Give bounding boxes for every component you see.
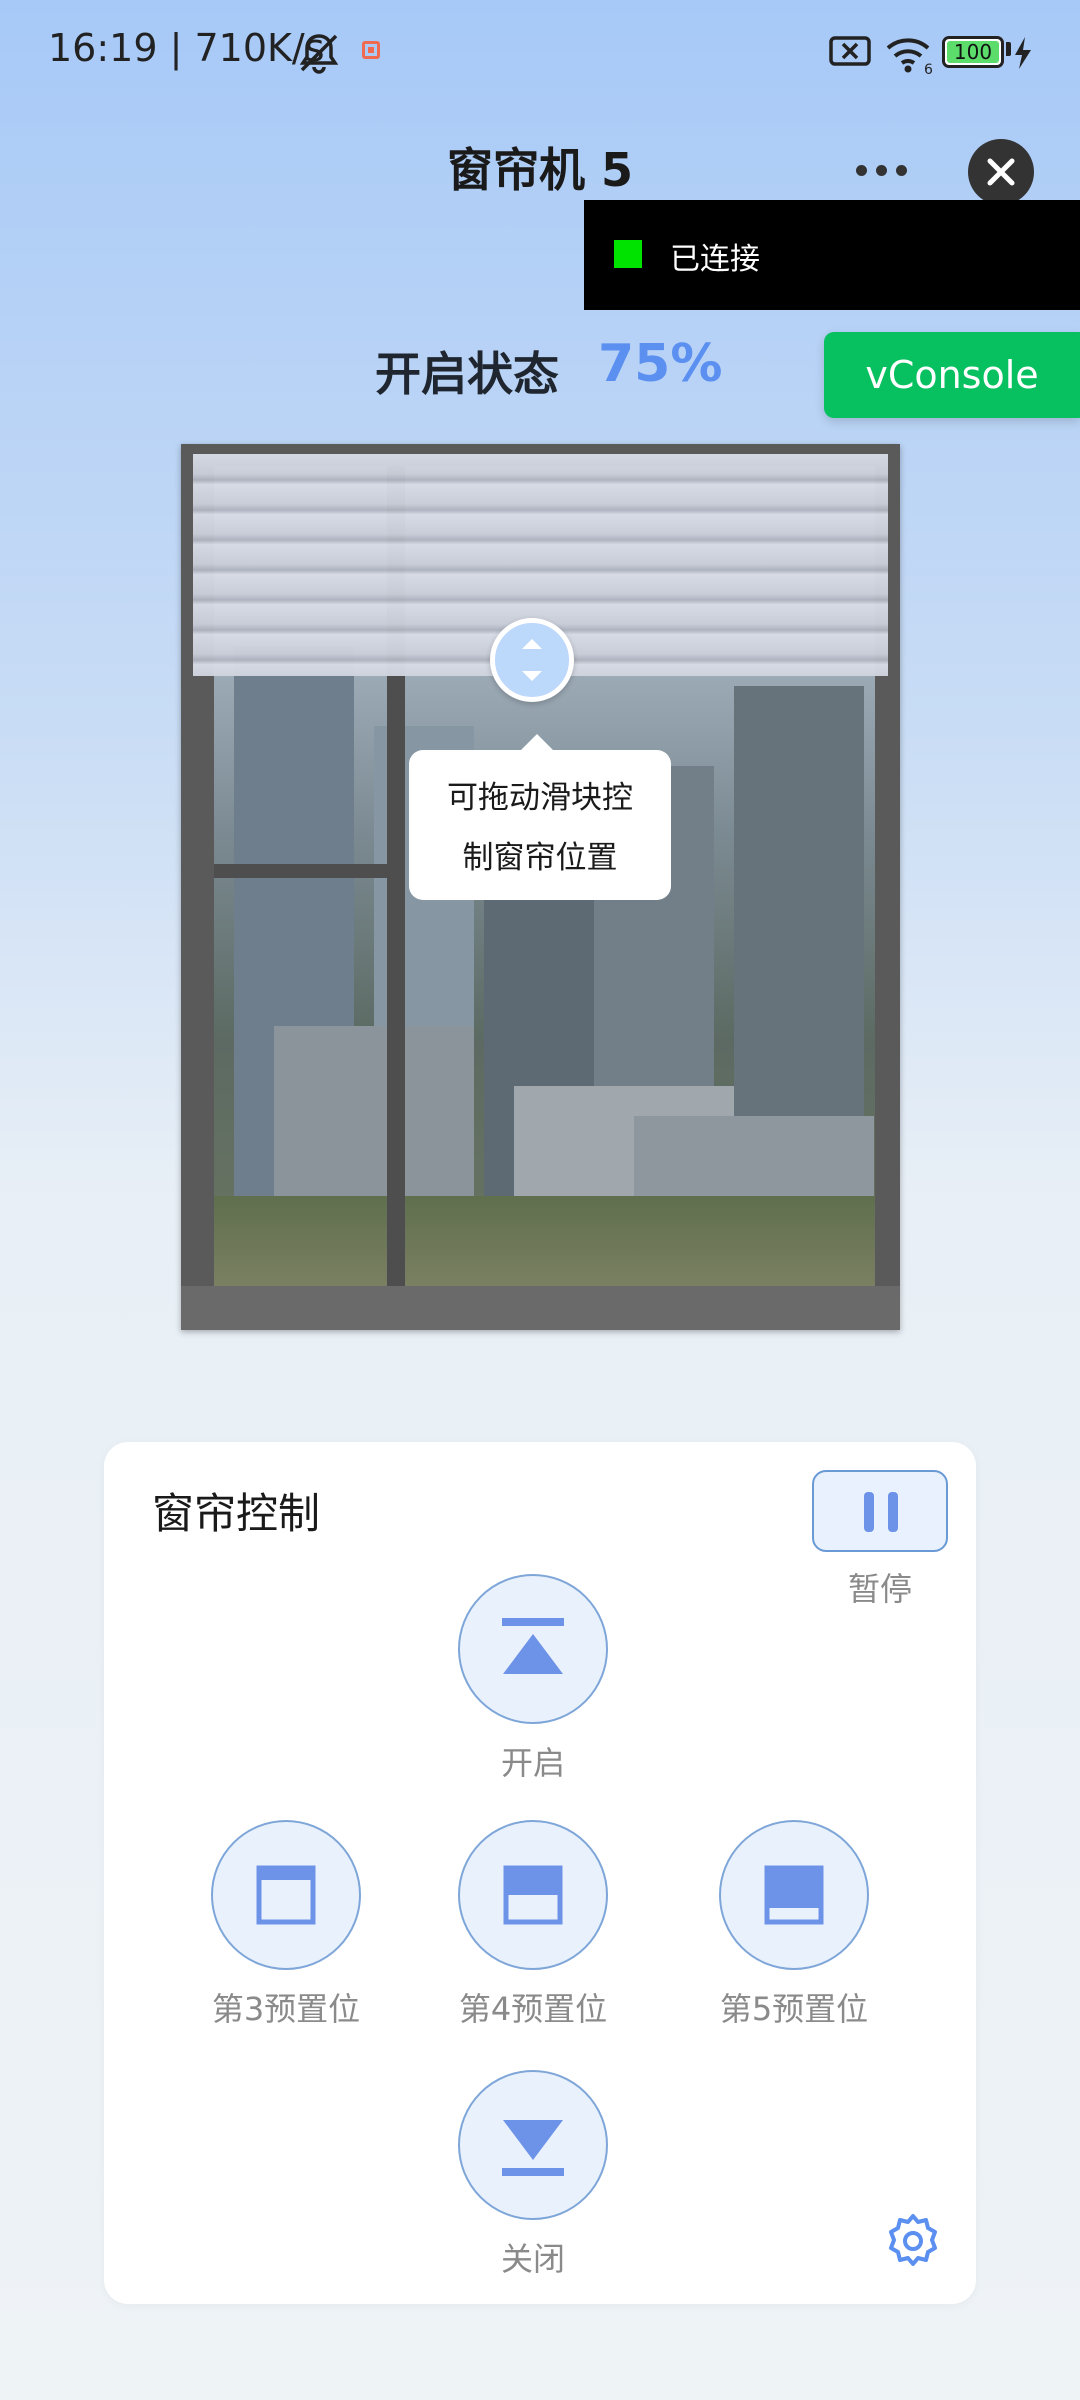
pause-label: 暂停 xyxy=(847,1570,912,1608)
preset-5-icon xyxy=(764,1865,824,1925)
dot xyxy=(856,165,867,176)
open-top-icon xyxy=(502,1618,564,1674)
open-label: 开启 xyxy=(500,1744,565,1782)
pause-button[interactable] xyxy=(812,1470,948,1552)
open-status-label: 开启状态 xyxy=(375,347,559,401)
vconsole-button[interactable]: vConsole xyxy=(824,332,1080,418)
wifi-icon: 6 xyxy=(884,32,936,80)
preset-4-button[interactable] xyxy=(458,1820,608,1970)
close-curtain-button[interactable] xyxy=(458,2070,608,2220)
dot xyxy=(876,165,887,176)
close-bottom-icon xyxy=(502,2120,564,2176)
recording-icon xyxy=(362,41,380,59)
slider-tooltip: 可拖动滑块控 制窗帘位置 xyxy=(409,734,671,900)
preset-4-label: 第4预置位 xyxy=(458,1990,608,2028)
tooltip-text: 可拖动滑块控 制窗帘位置 xyxy=(447,780,633,876)
mute-icon xyxy=(296,30,342,76)
charging-icon xyxy=(1012,36,1034,70)
window-transom xyxy=(214,864,394,878)
open-button[interactable] xyxy=(458,1574,608,1724)
settings-gear-icon[interactable] xyxy=(884,2212,942,2270)
pause-icon xyxy=(864,1492,874,1532)
preset-4-icon xyxy=(503,1865,563,1925)
curtain-slider-handle[interactable] xyxy=(490,618,574,702)
battery-icon: 100 xyxy=(942,36,1004,68)
preset-3-label: 第3预置位 xyxy=(211,1990,361,2028)
open-status-value: 75% xyxy=(598,334,723,394)
sim-off-icon xyxy=(828,32,874,76)
close-button[interactable] xyxy=(968,139,1034,205)
pause-icon xyxy=(888,1492,898,1532)
page-title: 窗帘机 5 xyxy=(446,143,634,197)
window-illustration: 可拖动滑块控 制窗帘位置 xyxy=(181,444,900,1330)
preset-3-icon xyxy=(256,1865,316,1925)
svg-text:6: 6 xyxy=(924,62,933,76)
window-sill xyxy=(181,1286,900,1330)
close-icon xyxy=(987,158,1015,186)
connection-toast: 已连接 xyxy=(584,200,1080,310)
connected-indicator xyxy=(614,240,642,268)
card-title: 窗帘控制 xyxy=(152,1489,321,1538)
preset-5-button[interactable] xyxy=(719,1820,869,1970)
close-label: 关闭 xyxy=(500,2240,565,2278)
curtain-control-card: 窗帘控制 暂停 开启 第3预置位 第4预置位 第5预置位 关闭 xyxy=(104,1442,976,2304)
dot xyxy=(896,165,907,176)
up-down-arrows-icon xyxy=(522,639,542,681)
more-options-button[interactable] xyxy=(856,165,908,177)
preset-3-button[interactable] xyxy=(211,1820,361,1970)
battery-tip xyxy=(1006,42,1011,56)
preset-5-label: 第5预置位 xyxy=(719,1990,869,2028)
status-time-speed: 16:19 | 710K/s xyxy=(48,26,325,70)
toast-text: 已连接 xyxy=(670,242,760,277)
battery-level: 100 xyxy=(953,40,993,64)
